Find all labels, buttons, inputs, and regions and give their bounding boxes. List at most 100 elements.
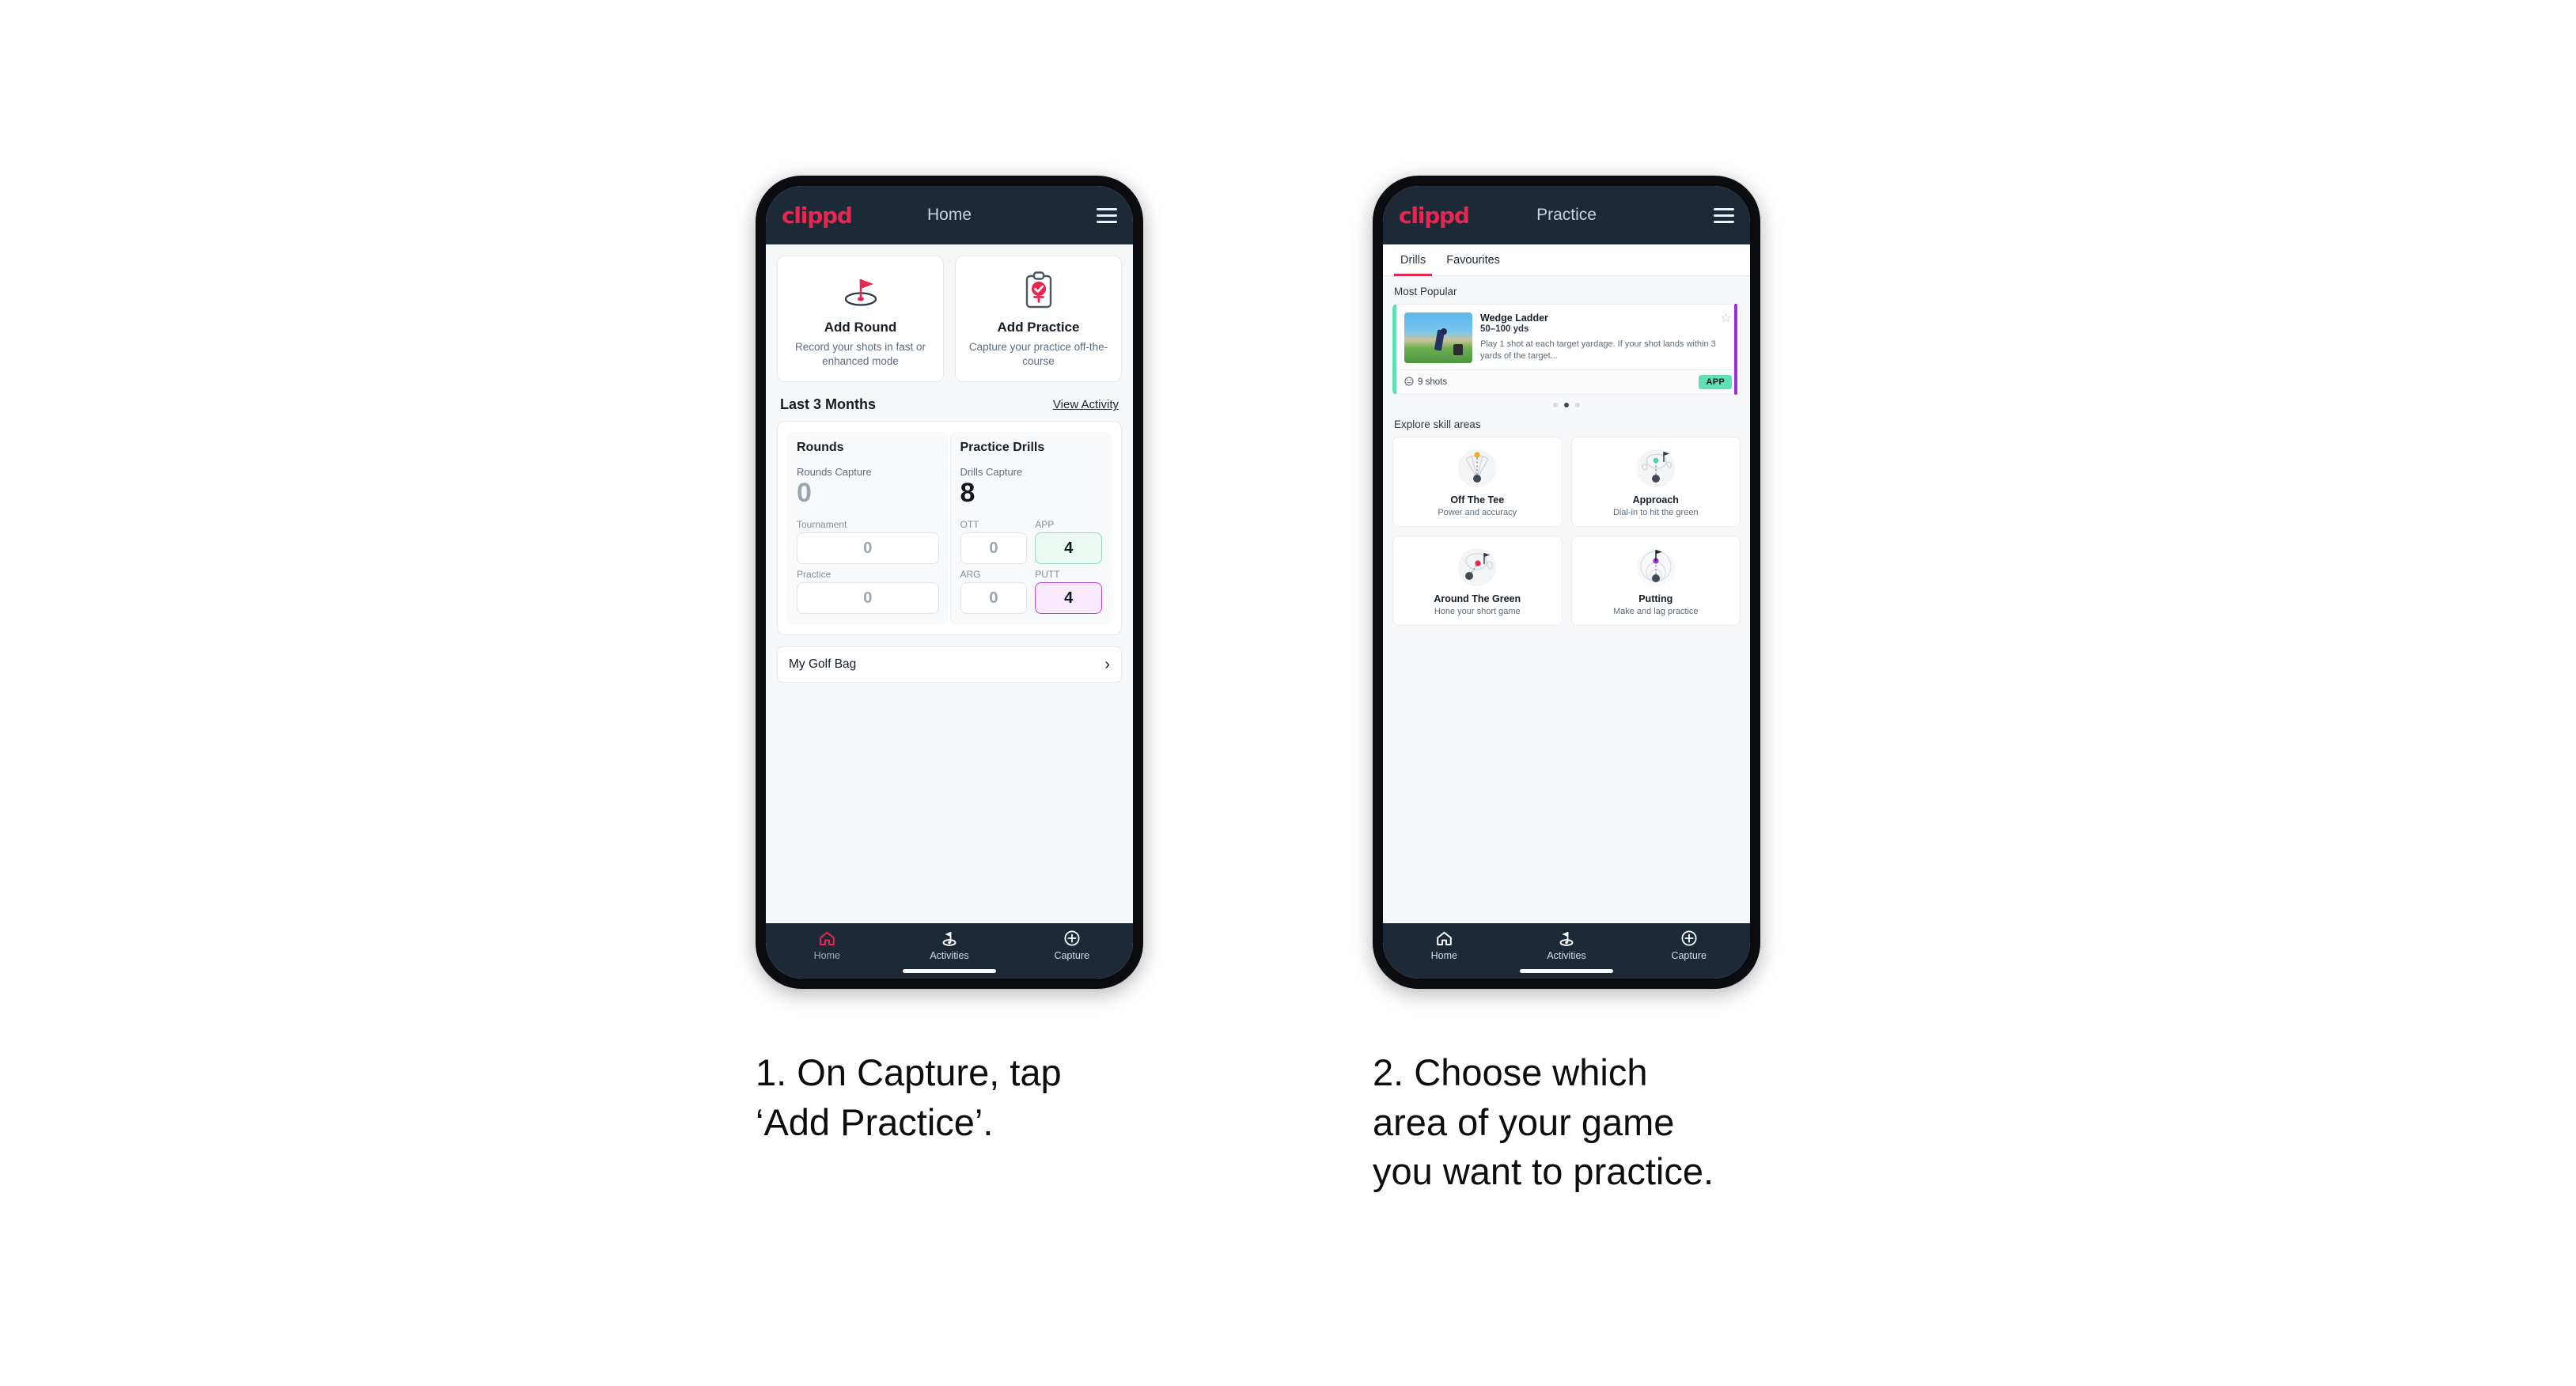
drills-capture-label: Drills Capture (960, 466, 1023, 479)
nav-label-home: Home (813, 950, 840, 961)
drill-card-footer: 9 shots APP (1396, 369, 1740, 394)
phone-2-notch (1515, 176, 1618, 183)
drills-heading: Practice Drills (960, 441, 1045, 455)
phone-1-notch (898, 176, 1001, 183)
hamburger-icon[interactable] (1714, 207, 1734, 223)
chevron-right-icon: › (1104, 656, 1110, 674)
nav-item-capture[interactable]: Capture (1010, 930, 1133, 961)
golfer-head (1441, 328, 1448, 335)
home-indicator-bar (903, 969, 996, 973)
golf-flag-icon (786, 271, 935, 312)
phone-1-screen: clippd Home Add Round Record your shots … (766, 186, 1133, 979)
home-indicator-bar (1520, 969, 1613, 973)
putting-icon (1577, 544, 1736, 589)
drills-ott-value[interactable]: 0 (960, 532, 1028, 565)
nav-item-home[interactable]: Home (766, 930, 888, 961)
drills-mini-grid: OTT 0 APP 4 ARG 0 PUTT 4 (960, 519, 1102, 615)
home-icon (819, 930, 835, 946)
rounds-tournament-value[interactable]: 0 (797, 532, 939, 565)
drills-arg-value[interactable]: 0 (960, 582, 1028, 615)
add-practice-subtitle: Capture your practice off-the-course (968, 341, 1108, 368)
phone-1-bottom-nav: Home Activities Capture (766, 923, 1133, 979)
tab-favourites[interactable]: Favourites (1440, 244, 1506, 275)
drills-app-value[interactable]: 4 (1035, 532, 1102, 565)
carousel-dots (1392, 403, 1741, 407)
nav-item-home[interactable]: Home (1383, 930, 1506, 961)
skill-card-around-the-green[interactable]: Around The Green Hone your short game (1392, 536, 1563, 626)
rounds-tournament-label: Tournament (797, 519, 847, 531)
drills-column: Practice Drills Drills Capture 8 OTT 0 A… (949, 431, 1112, 626)
home-icon (1436, 930, 1453, 946)
drill-title: Wedge Ladder (1480, 312, 1548, 324)
phone-1-frame: clippd Home Add Round Record your shots … (756, 176, 1143, 989)
practice-tabs: Drills Favourites (1383, 244, 1750, 276)
explore-skill-areas-label: Explore skill areas (1394, 418, 1481, 430)
nav-item-capture[interactable]: Capture (1627, 930, 1750, 961)
rounds-column: Rounds Rounds Capture 0 Tournament 0 Pra… (787, 431, 949, 626)
skill-card-off-the-tee[interactable]: Off The Tee Power and accuracy (1392, 437, 1563, 527)
skill-card-approach[interactable]: Approach Dial-in to hit the green (1570, 437, 1741, 527)
drill-thumbnail (1404, 312, 1472, 363)
nav-label-home: Home (1430, 950, 1457, 961)
add-round-subtitle: Record your shots in fast or enhanced mo… (794, 341, 926, 368)
rounds-practice-label: Practice (797, 569, 832, 581)
rounds-capture-value: 0 (797, 478, 812, 509)
drill-description: Play 1 shot at each target yardage. If y… (1480, 339, 1716, 362)
nav-item-activities[interactable]: Activities (1506, 930, 1628, 961)
status-badge: APP (1699, 375, 1732, 389)
my-golf-bag-row[interactable]: My Golf Bag › (777, 646, 1122, 684)
view-activity-link[interactable]: View Activity (1053, 398, 1119, 411)
nav-label-activities: Activities (1547, 950, 1586, 961)
skill-title: Putting (1638, 593, 1673, 604)
drills-putt-item: PUTT 4 (1035, 569, 1102, 615)
skill-title: Off The Tee (1450, 494, 1505, 506)
skill-card-putting[interactable]: Putting Make and lag practice (1570, 536, 1741, 626)
skill-title: Around The Green (1434, 593, 1521, 604)
nav-item-activities[interactable]: Activities (888, 930, 1011, 961)
phone-2-bottom-nav: Home Activities Capture (1383, 923, 1750, 979)
drills-ott-label: OTT (960, 519, 979, 531)
drills-putt-value[interactable]: 4 (1035, 582, 1102, 615)
drills-putt-label: PUTT (1035, 569, 1060, 581)
plus-circle-icon (1681, 930, 1697, 946)
drill-shots: 9 shots (1404, 376, 1448, 388)
add-practice-card[interactable]: Add Practice Capture your practice off-t… (955, 256, 1122, 383)
rounds-practice-item: Practice 0 (797, 569, 939, 615)
skill-title: Approach (1632, 494, 1679, 506)
golf-flag-icon (941, 930, 959, 946)
tab-drills[interactable]: Drills (1394, 244, 1433, 276)
drill-shots-text: 9 shots (1418, 377, 1448, 387)
drill-card-top: Wedge Ladder 50–100 yds Play 1 shot at e… (1396, 305, 1740, 369)
add-practice-title: Add Practice (997, 320, 1080, 335)
golf-bag-prop (1453, 343, 1463, 355)
last-3-months-row: Last 3 Months View Activity (780, 396, 1119, 413)
hamburger-icon[interactable] (1097, 207, 1117, 223)
phone-2-screen: clippd Practice Drills Favourites Most P… (1383, 186, 1750, 979)
plus-circle-icon (1064, 930, 1080, 946)
drill-card-wedge-ladder[interactable]: Wedge Ladder 50–100 yds Play 1 shot at e… (1392, 304, 1741, 395)
golf-flag-icon (1558, 930, 1576, 946)
nav-label-capture: Capture (1671, 950, 1707, 961)
drills-capture-value: 8 (960, 478, 975, 509)
rounds-practice-value[interactable]: 0 (797, 582, 939, 615)
stats-card: Rounds Rounds Capture 0 Tournament 0 Pra… (777, 421, 1122, 636)
rounds-heading: Rounds (797, 441, 844, 455)
skill-subtitle: Hone your short game (1434, 607, 1521, 616)
drills-app-label: APP (1035, 519, 1055, 531)
carousel-dot[interactable] (1553, 403, 1558, 407)
drills-ott-item: OTT 0 (960, 519, 1028, 565)
carousel-dot[interactable] (1564, 403, 1569, 407)
add-round-card[interactable]: Add Round Record your shots in fast or e… (777, 256, 944, 383)
star-outline-icon[interactable]: ☆ (1721, 312, 1732, 325)
most-popular-label: Most Popular (1394, 286, 1457, 297)
clippd-logo: clippd (1399, 202, 1470, 229)
carousel-scrollbar[interactable] (1734, 304, 1737, 395)
section-title: Last 3 Months (780, 396, 877, 413)
poster-stage: clippd Home Add Round Record your shots … (0, 0, 2576, 1386)
skill-areas-grid: Off The Tee Power and accuracy Approach … (1392, 437, 1741, 626)
drills-arg-item: ARG 0 (960, 569, 1028, 615)
phone-2-content: Most Popular Wedge Ladder 50–100 yds Pla… (1383, 276, 1750, 923)
carousel-dot[interactable] (1575, 403, 1580, 407)
drill-info: Wedge Ladder 50–100 yds Play 1 shot at e… (1480, 312, 1732, 363)
rounds-tournament-item: Tournament 0 (797, 519, 939, 565)
